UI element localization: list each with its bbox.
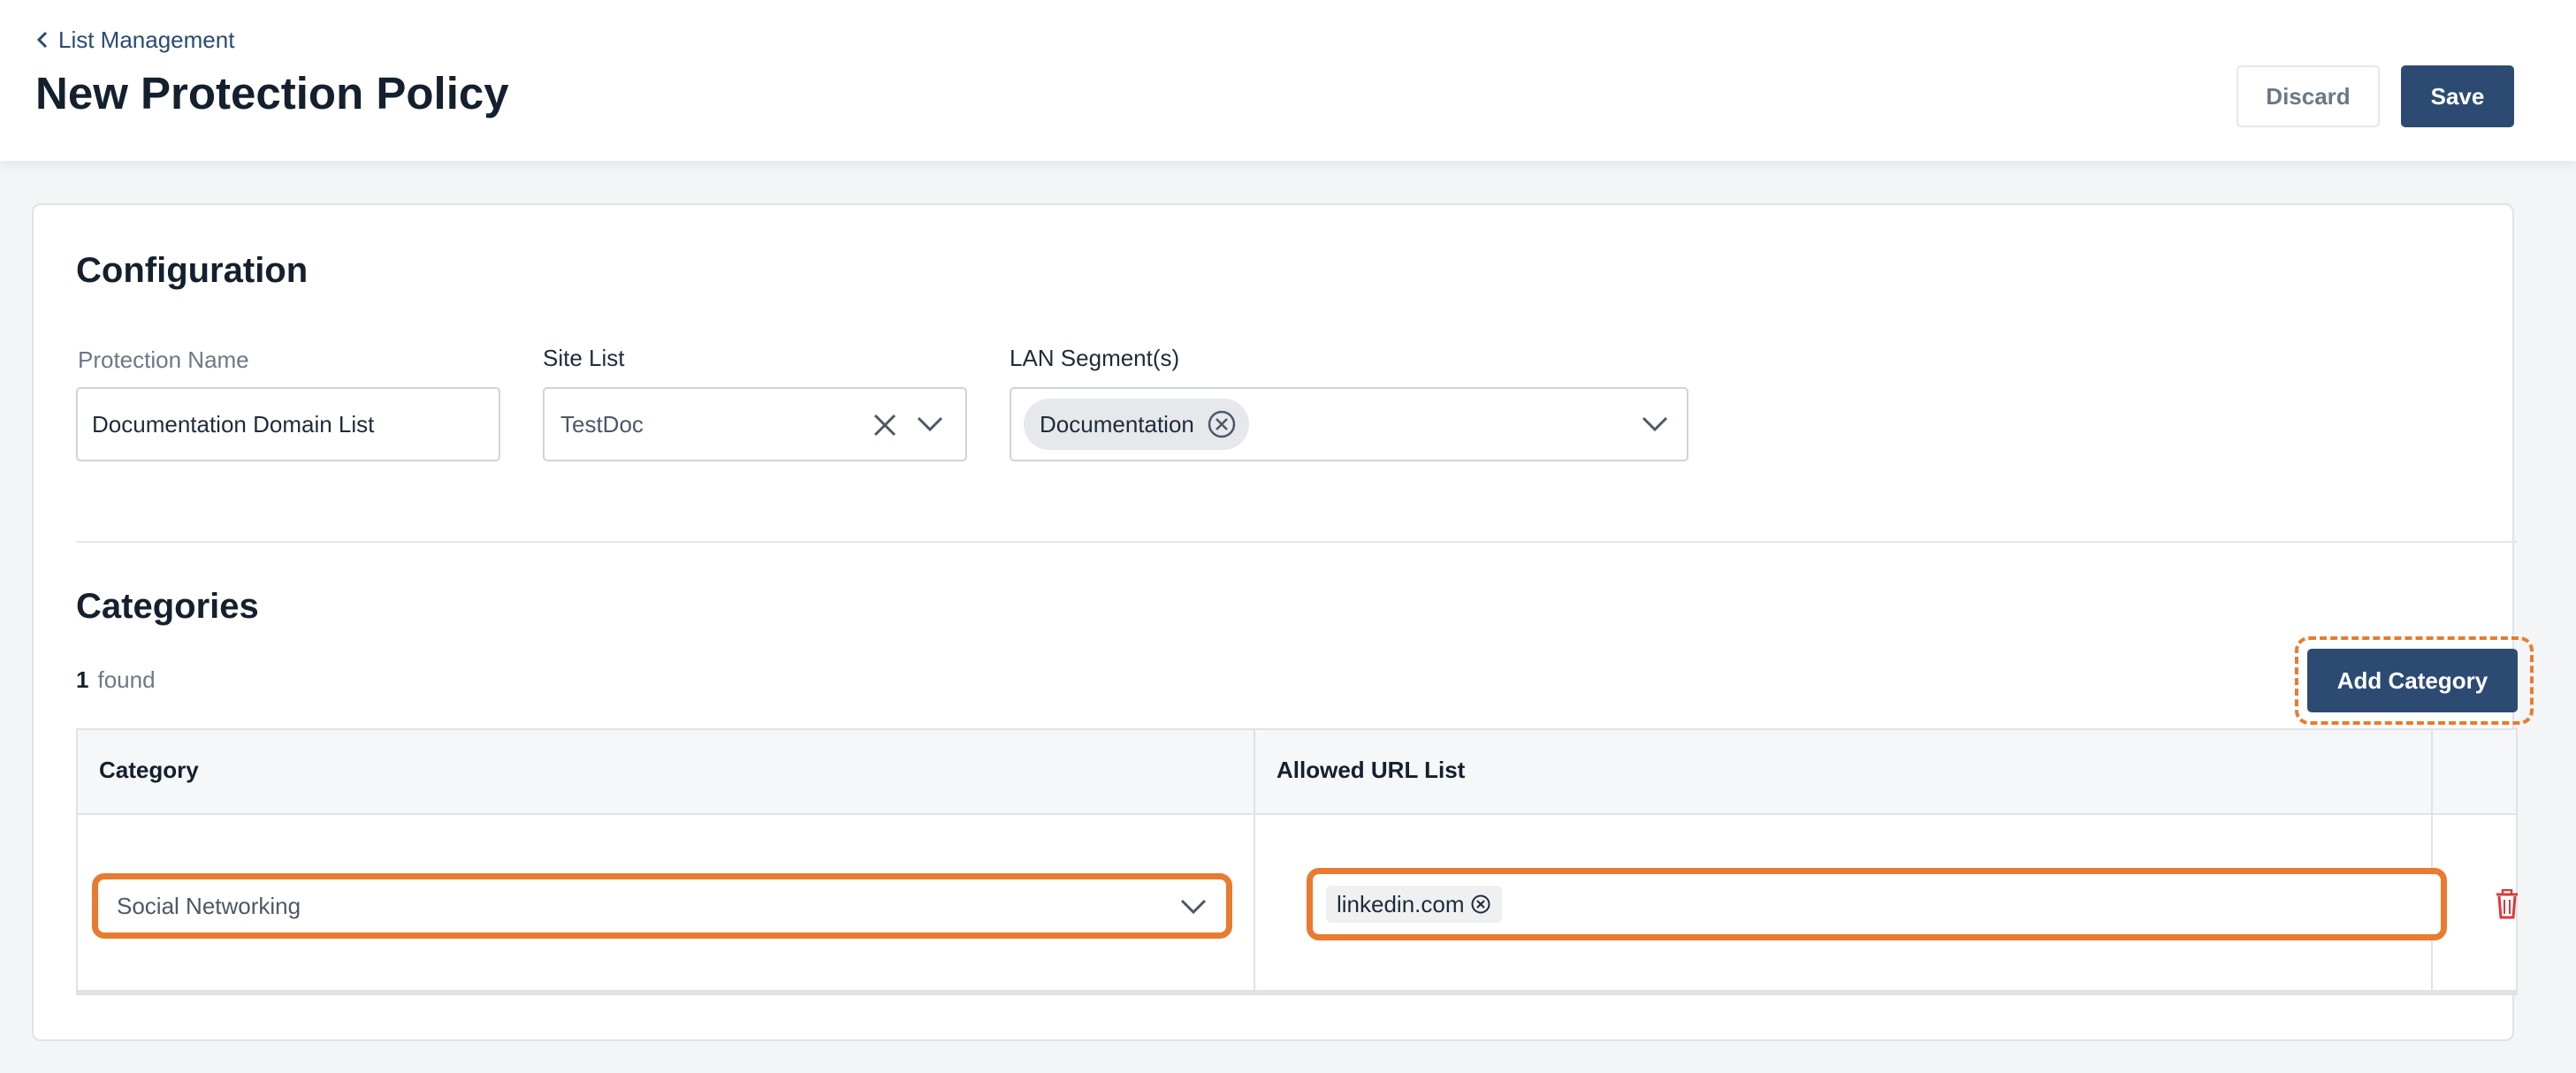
remove-circle-icon[interactable] [1470, 894, 1491, 915]
chevron-down-icon[interactable] [1179, 898, 1208, 916]
chevron-down-icon[interactable] [1641, 415, 1669, 433]
protection-name-value: Documentation Domain List [92, 410, 375, 438]
lan-segments-label: LAN Segment(s) [1010, 345, 1180, 371]
category-value: Social Networking [117, 892, 301, 919]
url-tag: linkedin.com [1326, 886, 1502, 923]
column-header-category: Category [99, 757, 199, 783]
clear-x-icon[interactable] [872, 412, 898, 438]
lan-segment-chip: Documentation [1024, 399, 1249, 450]
categories-title: Categories [76, 587, 259, 626]
column-header-allowed-urls: Allowed URL List [1277, 757, 1466, 783]
policy-card: Configuration Protection Name Documentat… [32, 203, 2534, 1041]
page-title: New Protection Policy [35, 68, 509, 118]
column-divider [1254, 730, 1255, 993]
add-category-button[interactable]: Add Category [2307, 649, 2518, 712]
breadcrumb[interactable]: List Management [35, 25, 234, 55]
category-select[interactable]: Social Networking [99, 880, 1225, 932]
found-count: 1 found [76, 666, 156, 694]
configuration-title: Configuration [76, 251, 309, 290]
categories-table: Category Allowed URL List Social Network… [76, 728, 2518, 995]
site-list-value: TestDoc [560, 410, 644, 438]
trash-icon[interactable] [2495, 889, 2519, 919]
column-divider [2431, 730, 2433, 993]
site-list-select[interactable]: TestDoc [543, 387, 967, 461]
found-number: 1 [76, 666, 89, 693]
chevron-left-icon [36, 31, 48, 49]
protection-name-label: Protection Name [78, 346, 249, 373]
table-bottom-border [78, 990, 2516, 993]
page-header: List Management New Protection Policy Di… [0, 0, 2576, 161]
chip-label: Documentation [1040, 410, 1194, 438]
breadcrumb-link[interactable]: List Management [58, 27, 234, 54]
save-button[interactable]: Save [2401, 65, 2514, 127]
chevron-down-icon[interactable] [916, 415, 944, 433]
discard-button[interactable]: Discard [2237, 65, 2380, 127]
table-header: Category Allowed URL List [78, 730, 2516, 815]
allowed-url-input[interactable]: linkedin.com [1314, 875, 2440, 933]
protection-name-input[interactable]: Documentation Domain List [76, 387, 500, 461]
section-divider [76, 541, 2518, 543]
url-tag-label: linkedin.com [1337, 890, 1465, 917]
remove-circle-icon[interactable] [1207, 409, 1237, 439]
lan-segments-select[interactable]: Documentation [1010, 387, 1688, 461]
found-label: found [97, 666, 156, 693]
site-list-label: Site List [543, 345, 625, 371]
